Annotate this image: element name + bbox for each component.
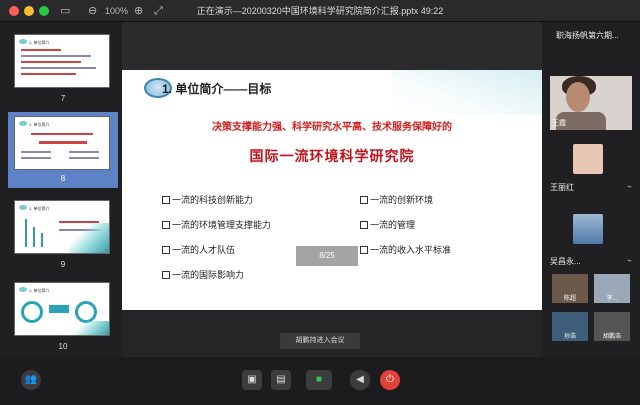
thumbnail-image: 1. 单位简介 bbox=[14, 200, 110, 254]
thumbnail-image: 1. 单位简介 bbox=[14, 34, 110, 88]
bullet-item: 一流的环境管理支撑能力 bbox=[162, 219, 271, 231]
meeting-title: 职海扬帆第六期... bbox=[556, 31, 619, 40]
thumbnail-8[interactable]: 1. 单位简介 8 bbox=[8, 112, 118, 188]
slide-decoration bbox=[392, 70, 542, 115]
participant-name: 吴昌永... bbox=[550, 257, 581, 266]
participant-mini-tile[interactable]: 陈超 bbox=[552, 274, 588, 303]
fit-window-icon[interactable]: ⤢ bbox=[154, 4, 163, 18]
minimize-window-button[interactable] bbox=[24, 6, 34, 16]
page-indicator: 8/25 bbox=[296, 246, 358, 266]
join-notification: 胡鹏持进入会议 bbox=[280, 333, 360, 349]
slide-thumbnail-panel: 1. 单位简介 7 1. 单位简介 8 1. 单位简介 9 1. 单位简介 10 bbox=[0, 22, 122, 357]
participant-mini-tile[interactable]: 李... bbox=[594, 274, 630, 303]
thumbnail-number: 7 bbox=[60, 94, 66, 103]
speaker-icon[interactable]: ◀ bbox=[350, 370, 370, 390]
thumbnail-image: 1. 单位简介 bbox=[14, 282, 110, 336]
participant-name: 王霞 bbox=[552, 120, 566, 127]
participants-panel: 职海扬帆第六期... 王霞 王丽红 ⌁ 吴昌永... ⌁ 陈超 李... 孙浩 … bbox=[542, 22, 640, 357]
participant-name: 孙浩 bbox=[563, 334, 576, 340]
bullet-item: 一流的国际影响力 bbox=[162, 269, 244, 281]
maximize-window-button[interactable] bbox=[39, 6, 49, 16]
sidebar-toggle-icon[interactable]: ▭ bbox=[60, 4, 70, 18]
zoom-level: 100% bbox=[105, 6, 129, 16]
thumbnail-image: 1. 单位简介 bbox=[14, 116, 110, 170]
thumbnail-number: 9 bbox=[60, 260, 66, 269]
presentation-area: 1. 单位简介——目标 决策支撑能力强、科学研究水平高、技术服务保障好的 国际一… bbox=[122, 22, 542, 357]
participant-mini-tile[interactable]: 孙浩 bbox=[552, 312, 588, 341]
mic-muted-icon: ⌁ bbox=[627, 256, 632, 265]
close-window-button[interactable] bbox=[9, 6, 19, 16]
participant-tile[interactable]: 吴昌永... ⌁ bbox=[550, 212, 632, 270]
thumbnail-9[interactable]: 1. 单位简介 9 bbox=[8, 196, 118, 274]
bullet-item: 一流的收入水平标准 bbox=[360, 244, 451, 256]
camera-icon[interactable]: ■ bbox=[306, 370, 332, 390]
participant-tile[interactable]: 王丽红 ⌁ bbox=[550, 142, 632, 200]
thumbnail-7[interactable]: 1. 单位简介 7 bbox=[8, 30, 118, 108]
participants-icon[interactable]: 👥 bbox=[21, 370, 41, 390]
slide-heading: 1. 单位简介——目标 bbox=[162, 82, 272, 96]
thumbnail-10[interactable]: 1. 单位简介 10 bbox=[8, 278, 118, 356]
avatar bbox=[573, 144, 603, 174]
thumbnail-number: 10 bbox=[58, 342, 68, 351]
participant-name: 胡鹏浩 bbox=[602, 334, 621, 340]
share-screen-icon[interactable]: ▣ bbox=[242, 370, 262, 390]
bullet-item: 一流的管理 bbox=[360, 219, 415, 231]
slide-title: 国际一流环境科学研究院 bbox=[249, 148, 415, 164]
title-bar: ▭ ⊖ 100% ⊕ ⤢ 正在演示—20200320中国环境科学研究院简介汇报.… bbox=[0, 0, 640, 22]
participant-name: 陈超 bbox=[563, 296, 576, 302]
zoom-out-icon[interactable]: ⊖ bbox=[88, 4, 97, 18]
avatar bbox=[573, 214, 603, 244]
end-call-icon[interactable]: ⏻ bbox=[380, 370, 400, 390]
folder-icon[interactable]: ▤ bbox=[271, 370, 291, 390]
participant-name: 李... bbox=[606, 296, 618, 302]
participant-video[interactable]: 王霞 bbox=[550, 76, 632, 130]
participant-mini-tile[interactable]: 胡鹏浩 bbox=[594, 312, 630, 341]
bullet-item: 一流的科技创新能力 bbox=[162, 194, 253, 206]
zoom-in-icon[interactable]: ⊕ bbox=[134, 4, 143, 18]
bullet-item: 一流的人才队伍 bbox=[162, 244, 235, 256]
thumbnail-number: 8 bbox=[60, 174, 66, 183]
slide-subtitle: 决策支撑能力强、科学研究水平高、技术服务保障好的 bbox=[212, 122, 452, 133]
participant-name: 王丽红 bbox=[550, 183, 574, 192]
current-slide[interactable]: 1. 单位简介——目标 决策支撑能力强、科学研究水平高、技术服务保障好的 国际一… bbox=[122, 70, 542, 310]
meeting-toolbar: 👥 ▣ ▤ ■ ◀ ⏻ bbox=[0, 357, 640, 405]
bullet-item: 一流的创新环境 bbox=[360, 194, 433, 206]
mic-muted-icon: ⌁ bbox=[627, 182, 632, 191]
